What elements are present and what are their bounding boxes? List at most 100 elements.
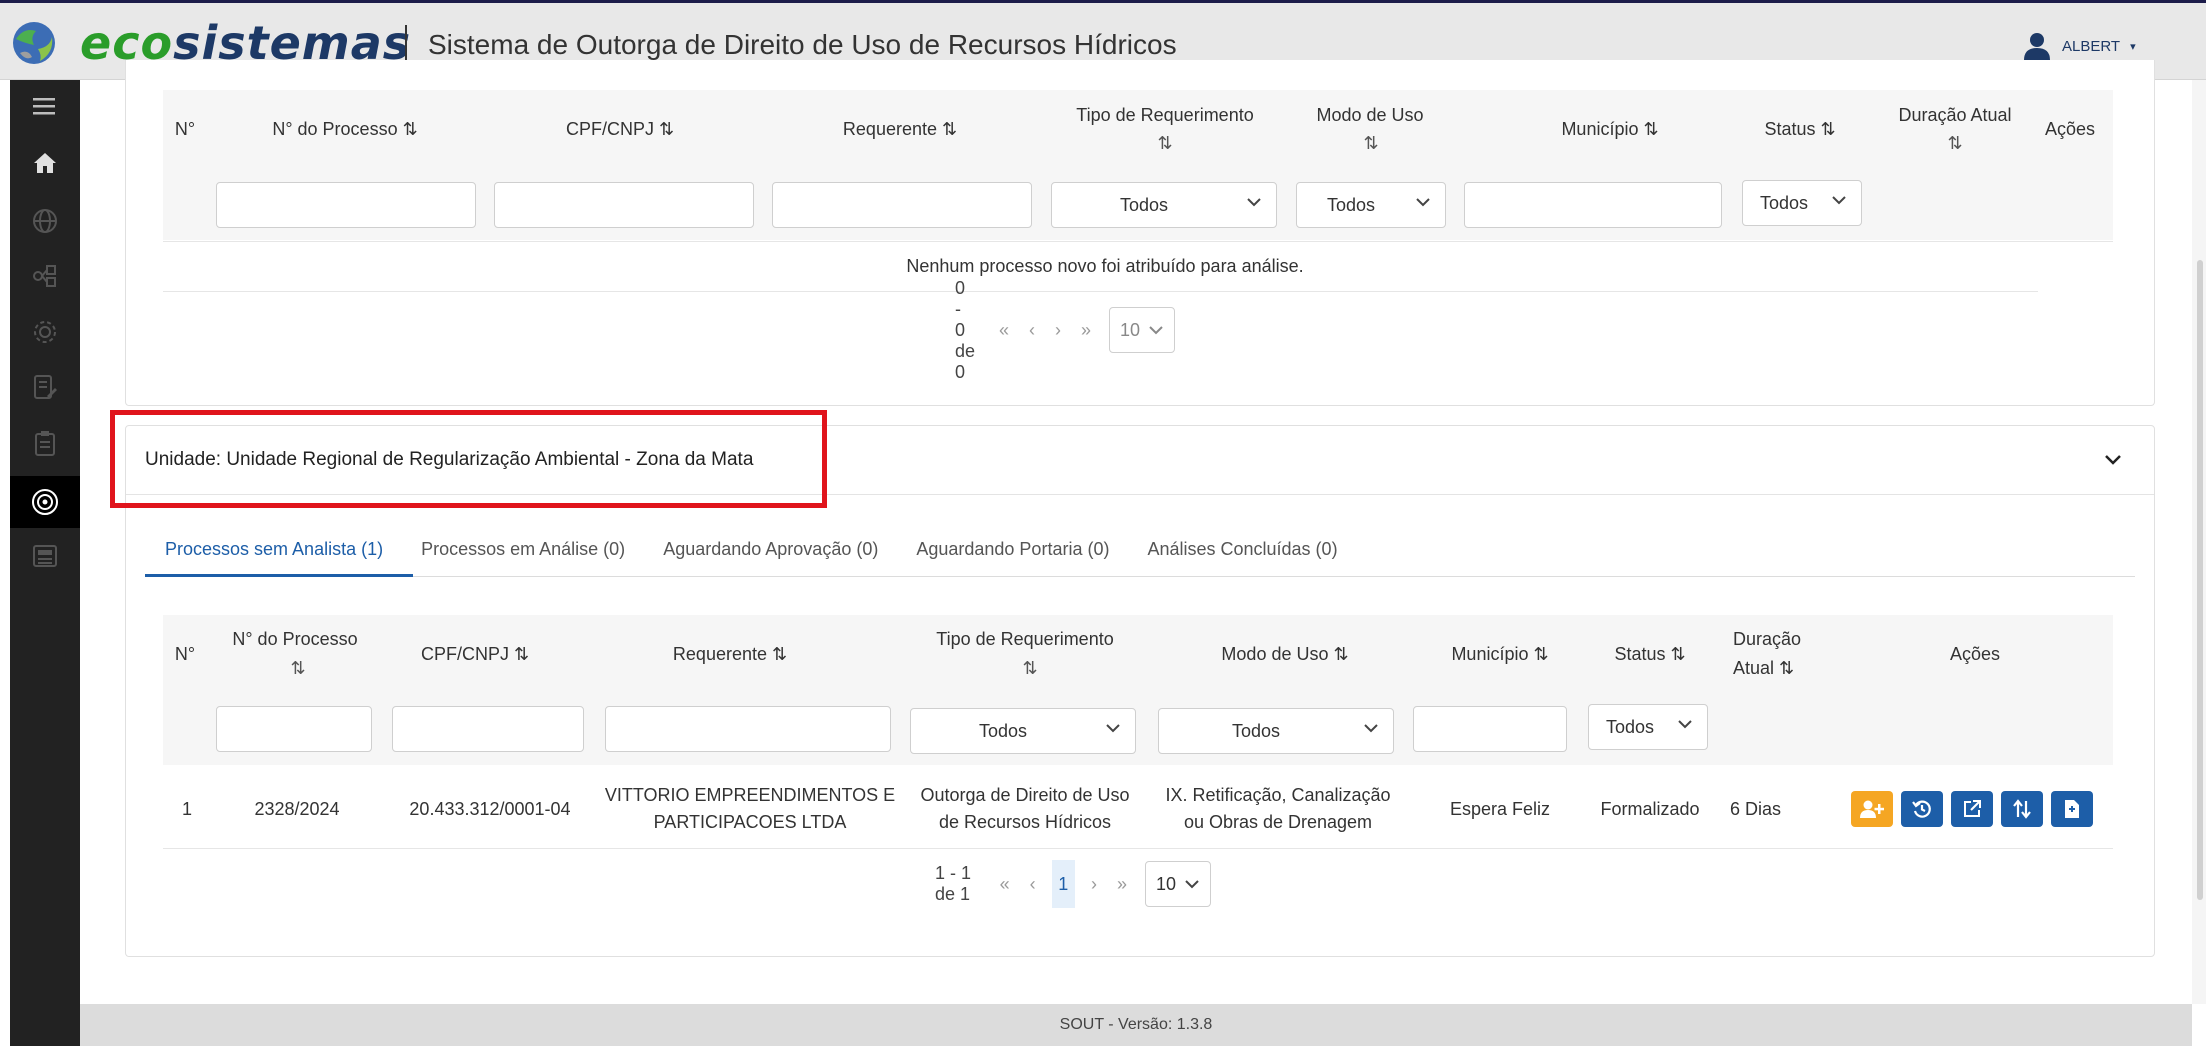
table-1-pagination: 0 - 0 de 0 « ‹ › » 10 <box>955 278 1176 382</box>
scrollbar-thumb[interactable] <box>2197 260 2203 900</box>
history-button[interactable] <box>1901 791 1943 827</box>
th-cpf[interactable]: CPF/CNPJ ⇅ <box>530 117 710 141</box>
history-icon <box>1912 800 1931 818</box>
next-page-icon[interactable]: › <box>1091 874 1097 895</box>
th-processo-sort[interactable]: ⇅ <box>283 656 313 680</box>
filter-tipo-select[interactable]: Todos <box>910 708 1136 754</box>
th-duracao-sort[interactable]: ⇅ <box>1940 131 1970 155</box>
th-tipo-sort[interactable]: ⇅ <box>1015 656 1045 680</box>
menu-icon <box>33 98 55 115</box>
open-external-button[interactable] <box>1951 791 1993 827</box>
filter-modo-value: Todos <box>1231 720 1281 741</box>
filter-processo-input[interactable] <box>216 706 372 752</box>
th-processo[interactable]: N° do Processo ⇅ <box>250 117 440 141</box>
tab-aguardando-portaria[interactable]: Aguardando Portaria (0) <box>916 533 1109 577</box>
filter-tipo-select[interactable]: Todos <box>1051 182 1277 228</box>
last-page-icon[interactable]: » <box>1081 320 1091 341</box>
th-tipo[interactable]: Tipo de Requerimento <box>910 627 1140 651</box>
newspaper-icon <box>33 545 57 567</box>
next-page-icon[interactable]: › <box>1055 320 1061 341</box>
first-page-icon[interactable]: « <box>1000 874 1010 895</box>
th-modo[interactable]: Modo de Uso ⇅ <box>1185 642 1385 666</box>
divider <box>163 241 2113 242</box>
filter-modo-select[interactable]: Todos <box>1158 708 1394 754</box>
sidebar-menu-toggle[interactable] <box>10 80 80 132</box>
home-icon <box>34 153 56 173</box>
page-size-value: 10 <box>1120 319 1141 340</box>
ecosistemas-logo-icon <box>13 22 55 64</box>
vertical-scrollbar[interactable] <box>2192 80 2206 1004</box>
filter-tipo-value: Todos <box>1119 194 1169 215</box>
th-requerente[interactable]: Requerente ⇅ <box>810 117 990 141</box>
filter-municipio-input[interactable] <box>1413 706 1567 752</box>
filter-cpf-input[interactable] <box>392 706 584 752</box>
th-tipo-sort[interactable]: ⇅ <box>1150 131 1180 155</box>
th-processo[interactable]: N° do Processo <box>215 627 375 651</box>
document-button[interactable] <box>2051 791 2093 827</box>
cell-modo-l2: ou Obras de Drenagem <box>1183 812 1373 832</box>
user-menu[interactable]: ALBERT ▾ <box>2022 31 2136 61</box>
sidebar <box>10 80 80 1046</box>
sidebar-item-settings[interactable] <box>10 306 80 358</box>
th-acoes: Ações <box>1949 644 2001 664</box>
process-tabs: Processos sem Analista (1) Processos em … <box>145 533 1376 577</box>
chevron-down-icon <box>1106 724 1120 733</box>
transfer-button[interactable] <box>2001 791 2043 827</box>
th-requerente[interactable]: Requerente ⇅ <box>640 642 820 666</box>
prev-page-icon[interactable]: ‹ <box>1030 874 1036 895</box>
cell-cpf: 20.433.312/0001-04 <box>409 799 571 819</box>
prev-page-icon[interactable]: ‹ <box>1029 320 1035 341</box>
sidebar-item-clipboard[interactable] <box>10 417 80 469</box>
sidebar-item-home[interactable] <box>10 137 80 189</box>
filter-modo-value: Todos <box>1326 194 1376 215</box>
th-status[interactable]: Status ⇅ <box>1745 117 1855 141</box>
chevron-down-icon <box>1416 198 1430 207</box>
cell-requerente-l2: PARTICIPACOES LTDA <box>653 812 847 832</box>
page-size-select[interactable]: 10 <box>1145 861 1212 907</box>
filter-status-select[interactable]: Todos <box>1588 704 1708 750</box>
clipboard-icon <box>35 431 55 456</box>
page-current[interactable]: 1 <box>1051 860 1076 908</box>
sidebar-item-network[interactable] <box>10 250 80 302</box>
divider <box>163 291 2038 292</box>
filter-tipo-value: Todos <box>978 720 1028 741</box>
th-tipo[interactable]: Tipo de Requerimento <box>1050 103 1280 127</box>
th-duracao[interactable]: Duração Atual <box>1885 103 2025 127</box>
th-status[interactable]: Status ⇅ <box>1595 642 1705 666</box>
sidebar-item-documents[interactable] <box>10 361 80 413</box>
filter-status-select[interactable]: Todos <box>1742 180 1862 226</box>
th-cpf[interactable]: CPF/CNPJ ⇅ <box>395 642 555 666</box>
tab-analises-concluidas[interactable]: Análises Concluídas (0) <box>1147 533 1337 577</box>
cell-num: 1 <box>181 799 192 819</box>
page-size-select[interactable]: 10 <box>1109 307 1176 353</box>
filter-municipio-input[interactable] <box>1464 182 1722 228</box>
pager-range: 1 - 1 de 1 <box>935 863 972 904</box>
th-acoes: Ações <box>2044 119 2096 139</box>
chevron-down-icon <box>1185 880 1199 889</box>
chevron-down-icon[interactable] <box>2104 454 2122 466</box>
tab-aguardando-aprovacao[interactable]: Aguardando Aprovação (0) <box>663 533 878 577</box>
filter-processo-input[interactable] <box>216 182 476 228</box>
first-page-icon[interactable]: « <box>999 320 1009 341</box>
th-municipio[interactable]: Município ⇅ <box>1420 642 1580 666</box>
tab-em-analise[interactable]: Processos em Análise (0) <box>421 533 625 577</box>
th-modo[interactable]: Modo de Uso <box>1295 103 1445 127</box>
last-page-icon[interactable]: » <box>1117 874 1127 895</box>
sidebar-item-map[interactable] <box>10 195 80 247</box>
th-municipio[interactable]: Município ⇅ <box>1520 117 1700 141</box>
filter-requerente-input[interactable] <box>605 706 891 752</box>
filter-modo-select[interactable]: Todos <box>1296 182 1446 228</box>
assign-analyst-button[interactable] <box>1851 791 1893 827</box>
tab-sem-analista[interactable]: Processos sem Analista (1) <box>165 533 383 577</box>
th-duracao[interactable]: Duração <box>1733 627 1813 651</box>
th-modo-sort[interactable]: ⇅ <box>1356 131 1386 155</box>
sidebar-item-analysis[interactable] <box>10 476 80 528</box>
sidebar-item-reports[interactable] <box>10 530 80 582</box>
filter-cpf-input[interactable] <box>494 182 754 228</box>
cell-municipio: Espera Feliz <box>1449 799 1551 819</box>
user-plus-icon <box>1860 800 1884 818</box>
target-icon <box>32 489 58 515</box>
filter-requerente-input[interactable] <box>772 182 1032 228</box>
th-duracao-2[interactable]: Atual ⇅ <box>1733 656 1823 680</box>
cell-status: Formalizado <box>1600 799 1700 819</box>
